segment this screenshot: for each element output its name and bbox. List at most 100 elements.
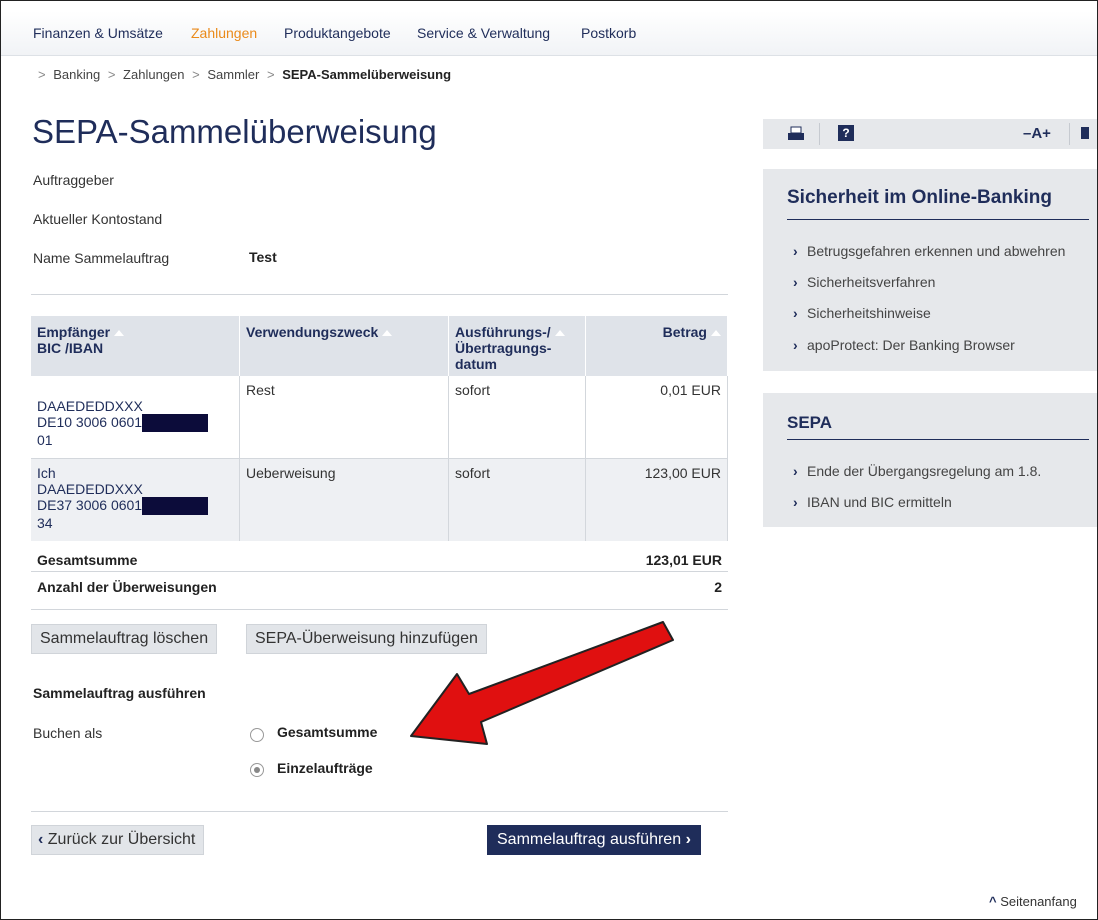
col-verwendungszweck[interactable]: Verwendungszweck (239, 316, 449, 376)
recipient-iban-end: 34 (37, 515, 53, 532)
divider (31, 571, 728, 572)
back-button[interactable]: ‹ Zurück zur Übersicht (31, 825, 205, 855)
count-value: 2 (714, 579, 722, 595)
breadcrumb-zahlungen[interactable]: Zahlungen (123, 67, 184, 82)
link-label: Sicherheitsverfahren (807, 274, 936, 290)
chevron-right-icon: > (38, 67, 46, 82)
link-label: Ende der Übergangsregelung am 1.8. (807, 463, 1042, 479)
nav-zahlungen[interactable]: Zahlungen (191, 25, 257, 41)
book-as-label: Buchen als (33, 725, 103, 741)
table-row[interactable]: Ich DAAEDEDDXXX DE37 3006 0601 34 Ueberw… (31, 458, 728, 541)
col-empfaenger[interactable]: Empfänger BIC /IBAN (31, 316, 240, 376)
total-label: Gesamtsumme (37, 552, 138, 568)
divider (31, 811, 728, 812)
name-value: Test (249, 249, 277, 265)
link-label: Sicherheitshinweise (807, 305, 931, 321)
recipient-bic: DAAEDEDDXXX (37, 481, 143, 497)
sort-icon[interactable] (114, 330, 125, 337)
header-bic-iban: BIC /IBAN (37, 340, 104, 356)
radio-gesamtsumme-label[interactable]: Gesamtsumme (277, 724, 377, 740)
delete-batch-button[interactable]: Sammelauftrag löschen (31, 624, 218, 654)
nav-finanzen[interactable]: Finanzen & Umsätze (33, 25, 163, 41)
recipient-name (37, 382, 233, 398)
total-value: 123,01 EUR (645, 552, 722, 568)
nav-postkorb[interactable]: Postkorb (581, 25, 636, 41)
chevron-right-icon: > (192, 67, 200, 82)
help-icon[interactable]: ? (838, 125, 854, 141)
date-cell: sofort (448, 376, 586, 459)
recipient-iban-end: 01 (37, 432, 53, 449)
purpose-cell: Rest (239, 376, 449, 459)
name-label: Name Sammelauftrag (33, 250, 170, 266)
breadcrumb-banking[interactable]: Banking (53, 67, 100, 82)
execute-button[interactable]: Sammelauftrag ausführen › (487, 825, 701, 855)
header-betrag: Betrag (662, 324, 707, 340)
count-label: Anzahl der Überweisungen (37, 579, 217, 595)
annotation-arrow-icon (410, 621, 674, 745)
amount-cell: 0,01 EUR (585, 376, 728, 459)
sepa-link-2[interactable]: › IBAN und BIC ermitteln (793, 494, 952, 510)
chevron-right-icon: > (107, 67, 116, 82)
security-link-4[interactable]: › apoProtect: Der Banking Browser (793, 337, 1015, 353)
col-datum[interactable]: Ausführungs-/ Übertragungs- datum (448, 316, 586, 376)
recipient-name: Ich (37, 465, 56, 481)
chevron-right-icon: › (793, 305, 798, 321)
kontostand-label: Aktueller Kontostand (33, 211, 163, 227)
security-panel: Sicherheit im Online-Banking › Betrugsgef… (763, 169, 1097, 371)
link-label: IBAN und BIC ermitteln (807, 494, 952, 510)
sort-icon[interactable] (554, 330, 565, 337)
browser-frame: Finanzen & Umsätze Zahlungen Produktange… (0, 0, 1098, 920)
chevron-up-icon: ^ (989, 894, 997, 909)
back-to-top-label: Seitenanfang (1000, 894, 1077, 909)
breadcrumb-sammler[interactable]: Sammler (207, 67, 259, 82)
nav-service[interactable]: Service & Verwaltung (417, 25, 550, 41)
breadcrumb: > Banking > Zahlungen > Sammler > SEPA-S… (34, 67, 451, 82)
divider (31, 609, 728, 610)
sort-icon[interactable] (711, 330, 721, 337)
back-to-top-link[interactable]: ^ Seitenanfang (989, 894, 1077, 909)
col-betrag[interactable]: Betrag (585, 316, 728, 376)
radio-einzelauftraege-label[interactable]: Einzelaufträge (277, 760, 373, 776)
sepa-panel-title: SEPA (787, 413, 833, 432)
purpose-cell: Ueberweisung (239, 458, 449, 541)
radio-einzelauftraege[interactable] (250, 763, 264, 777)
divider (31, 294, 728, 295)
toolbar-separator (819, 123, 820, 145)
panel-divider (787, 439, 1089, 440)
sort-icon[interactable] (382, 330, 393, 337)
breadcrumb-current: SEPA-Sammelüberweisung (282, 67, 452, 82)
security-link-2[interactable]: › Sicherheitsverfahren (793, 274, 935, 290)
toolbar-separator (1069, 123, 1070, 145)
back-button-label: Zurück zur Übersicht (47, 831, 196, 848)
link-label: apoProtect: Der Banking Browser (807, 337, 1015, 353)
date-cell: sofort (448, 458, 586, 541)
sepa-link-1[interactable]: › Ende der Übergangsregelung am 1.8. (793, 463, 1041, 479)
chevron-right-icon: › (685, 831, 691, 848)
chevron-right-icon: › (793, 274, 798, 290)
redaction-bar (142, 414, 209, 433)
top-navigation: Finanzen & Umsätze Zahlungen Produktange… (1, 11, 1097, 56)
print-icon[interactable] (787, 125, 805, 143)
layout-icon[interactable] (1081, 127, 1089, 139)
security-link-3[interactable]: › Sicherheitshinweise (793, 305, 931, 321)
chevron-right-icon: > (266, 67, 275, 82)
execute-section-title: Sammelauftrag ausführen (33, 685, 206, 701)
chevron-right-icon: › (793, 463, 798, 479)
radio-gesamtsumme[interactable] (250, 728, 264, 742)
chevron-right-icon: › (793, 337, 798, 353)
recipient-bic: DAAEDEDDXXX (37, 398, 143, 414)
header-empfaenger: Empfänger (37, 324, 111, 340)
panel-divider (787, 219, 1089, 220)
table-row[interactable]: DAAEDEDDXXX DE10 3006 0601 01 Rest sofor… (31, 376, 728, 459)
security-link-1[interactable]: › Betrugsgefahren erkennen und abwehren (793, 243, 1065, 259)
execute-button-label: Sammelauftrag ausführen (497, 831, 682, 848)
header-datum: datum (455, 356, 497, 372)
chevron-right-icon: › (793, 243, 798, 259)
font-size-control[interactable]: –A+ (1023, 125, 1051, 142)
header-ausfuehrung: Ausführungs-/ (455, 324, 551, 340)
nav-produktangebote[interactable]: Produktangebote (284, 25, 391, 41)
link-label: Betrugsgefahren erkennen und abwehren (807, 243, 1066, 259)
chevron-left-icon: ‹ (38, 831, 44, 848)
transfers-table: Empfänger BIC /IBAN Verwendungszweck Aus… (31, 316, 728, 541)
recipient-iban: DE10 3006 0601 (37, 414, 143, 430)
